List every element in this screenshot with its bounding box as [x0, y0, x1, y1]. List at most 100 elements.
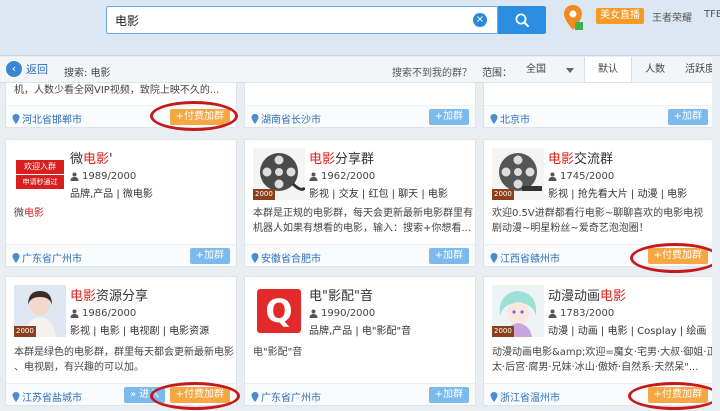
group-tags: 动漫 | 动画 | 电影 | Cosplay | 绘画	[548, 326, 707, 337]
location-pin-icon[interactable]	[562, 4, 584, 32]
group-desc-line2: 剧动漫~明星粉丝~爱奇艺泡泡圈！	[492, 223, 649, 234]
group-card[interactable]: 北京市 +加群	[483, 82, 715, 128]
group-desc: 微电影	[14, 206, 44, 221]
join-button[interactable]: +加群	[428, 387, 469, 403]
chevron-down-icon	[566, 68, 574, 73]
person-icon	[309, 172, 318, 181]
pin-icon	[490, 113, 498, 124]
pin-icon	[251, 113, 259, 124]
enter-button[interactable]: » 进入	[124, 387, 166, 403]
group-title[interactable]: 动漫动画电影	[548, 285, 626, 304]
title-part: 交流群	[574, 152, 614, 167]
member-count: 1962/2000	[309, 171, 375, 182]
title-highlight: 电影	[70, 289, 97, 304]
search-summary: 搜索: 电影	[64, 68, 111, 79]
title-highlight: 电影	[600, 289, 627, 304]
group-location: 广东省广州市	[12, 250, 82, 265]
title-highlight: 电影	[309, 152, 336, 167]
count-text: 1986/2000	[82, 308, 137, 319]
clear-icon[interactable]: ×	[473, 13, 487, 27]
group-title[interactable]: 电影交流群	[548, 148, 613, 167]
location-text: 安徽省合肥市	[261, 254, 321, 265]
group-desc-line2: 太·后宫·腐男·兄妹·冰山·傲娇·自然系·天然呆"...	[492, 362, 699, 373]
level-badge: 2000	[492, 326, 514, 337]
pin-icon	[251, 252, 259, 263]
group-avatar: 欢迎入群 申请秒通过	[14, 148, 66, 200]
group-card[interactable]: 欢迎入群 申请秒通过 微电影' 1989/2000 品牌,产品 | 微电影 微电…	[5, 139, 237, 267]
card-footer: 北京市 +加群	[484, 105, 714, 127]
group-location: 河北省邯郸市	[12, 111, 82, 126]
person-icon	[309, 309, 318, 318]
join-button[interactable]: +加群	[428, 248, 469, 264]
range-dropdown[interactable]: 全国	[520, 61, 578, 79]
group-title[interactable]: 电影分享群	[309, 148, 374, 167]
pin-icon	[251, 391, 259, 402]
pin-icon	[490, 391, 498, 402]
top-link-game[interactable]: 王者荣耀	[652, 9, 692, 24]
level-badge: 2000	[492, 189, 514, 200]
title-part: 资源分享	[96, 289, 149, 304]
group-card[interactable]: 2000 电影分享群 1962/2000 影视 | 交友 | 红包 | 聊天 |…	[244, 139, 476, 267]
search-box: ×	[106, 6, 498, 34]
group-desc-line1: 本群是正规的电影群，每天会更新最新电影群里有	[253, 208, 473, 219]
back-label: 返回	[26, 63, 48, 76]
search-button[interactable]	[498, 6, 546, 34]
pin-icon	[12, 113, 20, 124]
member-count: 1745/2000	[548, 171, 614, 182]
range-value: 全国	[526, 64, 546, 75]
group-card[interactable]: 2000 电影资源分享 1986/2000 影视 | 电影 | 电视剧 | 电影…	[5, 276, 237, 406]
join-button[interactable]: +加群	[428, 109, 469, 125]
level-badge: 2000	[14, 326, 36, 337]
search-input[interactable]	[107, 7, 467, 33]
member-count: 1986/2000	[70, 308, 136, 319]
person-icon	[548, 309, 557, 318]
group-location: 江西省赣州市	[490, 250, 560, 265]
back-arrow-icon: ‹	[6, 61, 22, 77]
group-card[interactable]: 2000 动漫动画电影 1783/2000 动漫 | 动画 | 电影 | Cos…	[483, 276, 715, 406]
location-text: 江西省赣州市	[500, 254, 560, 265]
card-footer: 江西省赣州市 +付费加群	[484, 244, 714, 266]
group-desc: 电"影配"音	[253, 347, 303, 358]
group-card[interactable]: 2000 电影交流群 1745/2000 影视 | 抢先看大片 | 动漫 | 电…	[483, 139, 715, 267]
group-avatar: 2000	[14, 285, 66, 337]
group-card[interactable]: 机，人数少看全网VIP视频，致院上映不久的... 河北省邯郸市 +付费加群	[5, 82, 237, 128]
person-icon	[548, 172, 557, 181]
paid-join-button[interactable]: +付费加群	[647, 387, 708, 403]
location-text: 湖南省长沙市	[261, 115, 321, 126]
live-badge[interactable]: 美女直播	[596, 8, 644, 24]
group-tags: 品牌,产品 | 电"影配"音	[309, 326, 412, 337]
paid-join-button[interactable]: +付费加群	[647, 248, 708, 264]
location-text: 江苏省盐城市	[22, 393, 82, 404]
group-title[interactable]: 电"影配"音	[309, 285, 373, 304]
paid-join-button[interactable]: +付费加群	[169, 109, 230, 125]
card-footer: 湖南省长沙市 +加群	[245, 105, 475, 127]
scrollbar-track[interactable]	[712, 57, 720, 411]
tab-members[interactable]: 人数	[634, 57, 676, 83]
join-button[interactable]: +加群	[667, 109, 708, 125]
count-text: 1990/2000	[321, 308, 376, 319]
member-count: 1990/2000	[309, 308, 375, 319]
member-count: 1783/2000	[548, 308, 614, 319]
title-part: '	[109, 152, 113, 167]
group-card[interactable]: 湖南省长沙市 +加群	[244, 82, 476, 128]
group-location: 北京市	[490, 111, 530, 126]
group-desc-line1: 欢迎0.5V进群都看行电影~聊聊喜欢的电影电视	[492, 208, 704, 219]
desc-highlight: 电影	[24, 208, 44, 219]
back-button[interactable]: ‹ 返回	[6, 61, 48, 77]
group-avatar: 2000	[492, 285, 544, 337]
title-part: 动漫动画	[548, 289, 601, 304]
pin-icon	[12, 252, 20, 263]
not-found-link[interactable]: 搜索不到我的群？	[392, 64, 472, 79]
group-title[interactable]: 电影资源分享	[70, 285, 148, 304]
location-text: 北京市	[500, 115, 530, 126]
group-title[interactable]: 微电影'	[70, 148, 113, 167]
group-desc: 机，人数少看全网VIP视频，致院上映不久的...	[14, 85, 220, 96]
group-desc-line1: 本群是绿色的电影群，群里每天都会更新最新电影	[14, 347, 234, 358]
group-tags: 影视 | 交友 | 红包 | 聊天 | 电影	[309, 189, 448, 200]
search-icon	[515, 13, 529, 27]
tab-default[interactable]: 默认	[584, 57, 632, 83]
paid-join-button[interactable]: +付费加群	[169, 387, 230, 403]
join-button[interactable]: +加群	[189, 248, 230, 264]
top-link-tfb[interactable]: TFB	[704, 9, 720, 20]
group-card[interactable]: Q 电"影配"音 1990/2000 品牌,产品 | 电"影配"音 电"影配"音…	[244, 276, 476, 406]
